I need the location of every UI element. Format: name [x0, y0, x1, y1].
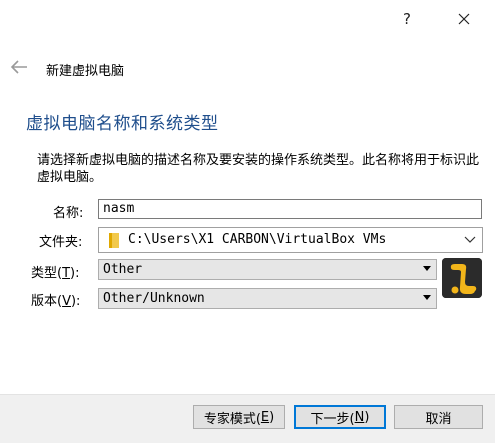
help-icon: ? — [403, 10, 411, 28]
title-bar: ? — [0, 0, 495, 38]
version-select[interactable]: Other/Unknown — [98, 288, 437, 309]
version-label: 版本(V): — [31, 294, 81, 309]
wizard-header: 新建虚拟电脑 — [0, 50, 495, 86]
name-label: 名称: — [53, 206, 84, 221]
name-field[interactable]: nasm — [98, 199, 482, 219]
wizard-title: 新建虚拟电脑 — [46, 64, 125, 79]
type-select[interactable]: Other — [98, 259, 437, 280]
folder-label: 文件夹: — [39, 235, 83, 250]
version-select-value: Other/Unknown — [103, 291, 205, 306]
chevron-down-icon[interactable] — [464, 236, 476, 244]
folder-icon — [109, 233, 119, 248]
close-icon — [458, 13, 470, 25]
button-bar: 专家模式(E) 下一步(N) 取消 — [0, 394, 495, 443]
name-field-value: nasm — [103, 201, 135, 216]
page-title: 虚拟电脑名称和系统类型 — [26, 114, 219, 134]
description-text: 请选择新虚拟电脑的描述名称及要安装的操作系统类型。此名称将用于标识此虚拟电脑。 — [37, 153, 480, 185]
expert-mode-button[interactable]: 专家模式(E) — [193, 405, 285, 429]
os-other-icon — [442, 258, 482, 298]
dropdown-arrow-icon — [423, 295, 431, 300]
back-arrow-icon[interactable] — [9, 58, 29, 76]
close-button[interactable] — [449, 7, 479, 31]
help-button[interactable]: ? — [392, 7, 422, 31]
next-button[interactable]: 下一步(N) — [294, 405, 386, 429]
type-select-value: Other — [103, 262, 143, 277]
cancel-button[interactable]: 取消 — [394, 405, 483, 429]
folder-combobox[interactable]: C:\Users\X1 CARBON\VirtualBox VMs — [98, 227, 483, 253]
dropdown-arrow-icon — [423, 266, 431, 271]
folder-value: C:\Users\X1 CARBON\VirtualBox VMs — [128, 232, 387, 247]
type-label: 类型(T): — [31, 266, 80, 281]
